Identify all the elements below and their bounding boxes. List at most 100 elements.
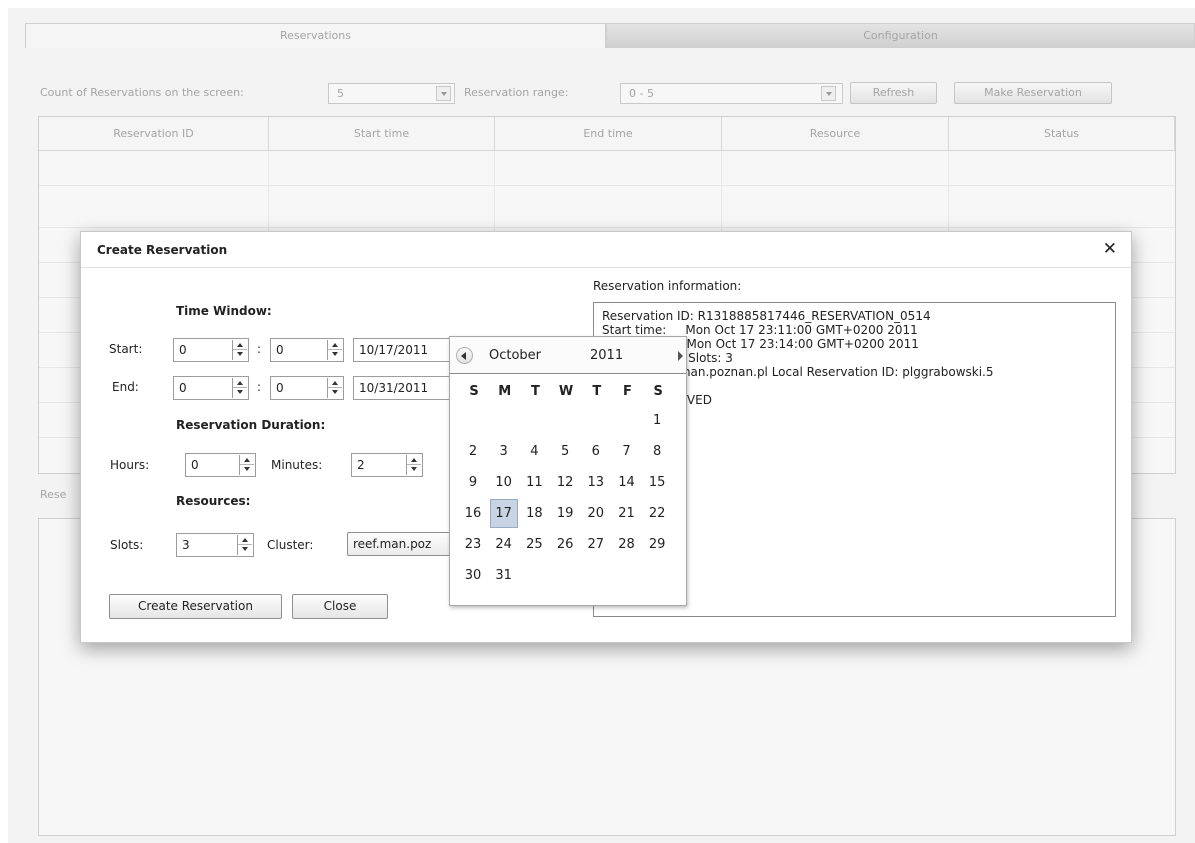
end-hour-spinner[interactable]: 0: [173, 376, 249, 400]
calendar-day[interactable]: 4: [520, 437, 548, 466]
time-separator: :: [257, 380, 262, 394]
tab-configuration[interactable]: Configuration: [606, 23, 1195, 48]
weekday-header: T: [592, 384, 602, 399]
next-month-icon[interactable]: [678, 351, 683, 361]
table-row: [39, 185, 1175, 186]
calendar-day[interactable]: 27: [582, 530, 610, 559]
chevron-down-icon[interactable]: [436, 86, 451, 101]
calendar-day[interactable]: 7: [613, 437, 641, 466]
spinner-arrows-icon[interactable]: [232, 340, 247, 360]
minutes-label: Minutes:: [271, 458, 323, 472]
refresh-button[interactable]: Refresh: [850, 82, 937, 104]
calendar-day[interactable]: 28: [613, 530, 641, 559]
start-date-field[interactable]: 10/17/2011: [353, 338, 450, 362]
weekday-header: M: [498, 384, 512, 399]
start-minute-value: 0: [276, 343, 284, 357]
start-hour-value: 0: [179, 343, 187, 357]
count-label: Count of Reservations on the screen:: [40, 86, 244, 99]
calendar-day[interactable]: 10: [490, 468, 518, 497]
tab-reservations[interactable]: Reservations: [25, 23, 606, 48]
column-header-end-time[interactable]: End time: [495, 117, 722, 151]
spinner-arrows-icon[interactable]: [327, 378, 342, 398]
count-select[interactable]: 5: [328, 83, 455, 104]
calendar-day[interactable]: 5: [551, 437, 579, 466]
end-minute-spinner[interactable]: 0: [270, 376, 344, 400]
calendar-day[interactable]: 24: [490, 530, 518, 559]
cluster-label: Cluster:: [267, 538, 314, 552]
calendar-day[interactable]: 31: [490, 561, 518, 590]
end-date-field[interactable]: 10/31/2011: [353, 376, 450, 400]
minutes-spinner[interactable]: 2: [351, 453, 423, 477]
minutes-value: 2: [357, 458, 365, 472]
calendar-day[interactable]: 11: [520, 468, 548, 497]
calendar-day[interactable]: 18: [520, 499, 548, 528]
calendar-day[interactable]: 12: [551, 468, 579, 497]
calendar-day[interactable]: 9: [459, 468, 487, 497]
close-icon[interactable]: ✕: [1103, 239, 1117, 259]
hours-spinner[interactable]: 0: [185, 453, 256, 477]
calendar-day[interactable]: 29: [643, 530, 671, 559]
dialog-title-bar[interactable]: Create Reservation ✕: [81, 232, 1131, 268]
calendar-day[interactable]: 21: [613, 499, 641, 528]
calendar-day[interactable]: 30: [459, 561, 487, 590]
weekday-header: S: [653, 384, 663, 399]
weekday-header: T: [530, 384, 540, 399]
calendar-day[interactable]: 3: [490, 437, 518, 466]
date-picker-header: October 2011: [450, 337, 686, 374]
end-label: End:: [112, 380, 139, 394]
make-reservation-button[interactable]: Make Reservation: [954, 82, 1112, 104]
cluster-select[interactable]: reef.man.poz: [347, 532, 452, 556]
end-minute-value: 0: [276, 381, 284, 395]
column-header-status[interactable]: Status: [949, 117, 1175, 151]
time-window-label: Time Window:: [176, 304, 272, 318]
create-reservation-button[interactable]: Create Reservation: [109, 594, 282, 619]
info-line: Reservation ID: R1318885817446_RESERVATI…: [602, 309, 931, 323]
calendar-day[interactable]: 20: [582, 499, 610, 528]
column-header-reservation-id[interactable]: Reservation ID: [39, 117, 269, 151]
time-separator: :: [257, 342, 262, 356]
end-hour-value: 0: [179, 381, 187, 395]
start-minute-spinner[interactable]: 0: [270, 338, 344, 362]
slots-label: Slots:: [110, 538, 144, 552]
slots-spinner[interactable]: 3: [176, 533, 254, 557]
count-value: 5: [337, 87, 344, 100]
start-hour-spinner[interactable]: 0: [173, 338, 249, 362]
calendar-day[interactable]: 6: [582, 437, 610, 466]
calendar-day[interactable]: 13: [582, 468, 610, 497]
calendar-day[interactable]: 14: [613, 468, 641, 497]
range-value: 0 - 5: [629, 87, 654, 100]
calendar-month[interactable]: October: [489, 348, 541, 363]
spinner-arrows-icon[interactable]: [327, 340, 342, 360]
spinner-arrows-icon[interactable]: [406, 455, 421, 475]
spinner-arrows-icon[interactable]: [237, 535, 252, 555]
calendar-day[interactable]: 15: [643, 468, 671, 497]
close-button[interactable]: Close: [292, 594, 388, 619]
weekday-header: F: [623, 384, 632, 399]
column-header-resource[interactable]: Resource: [722, 117, 949, 151]
slots-value: 3: [182, 538, 190, 552]
spinner-arrows-icon[interactable]: [232, 378, 247, 398]
calendar-day[interactable]: 22: [643, 499, 671, 528]
calendar-year[interactable]: 2011: [590, 348, 623, 363]
calendar-day[interactable]: 19: [551, 499, 579, 528]
calendar-day[interactable]: 26: [551, 530, 579, 559]
hours-label: Hours:: [110, 458, 150, 472]
calendar-day[interactable]: 17: [489, 499, 518, 528]
calendar-day[interactable]: 25: [520, 530, 548, 559]
spinner-arrows-icon[interactable]: [239, 455, 254, 475]
calendar-day[interactable]: 2: [459, 437, 487, 466]
hours-value: 0: [191, 458, 199, 472]
calendar-day[interactable]: 16: [459, 499, 487, 528]
column-header-start-time[interactable]: Start time: [269, 117, 495, 151]
range-label: Reservation range:: [464, 86, 569, 99]
previous-month-icon[interactable]: [456, 347, 473, 364]
chevron-down-icon[interactable]: [821, 86, 836, 101]
calendar-day[interactable]: 1: [643, 406, 671, 435]
calendar-day[interactable]: 8: [643, 437, 671, 466]
range-select[interactable]: 0 - 5: [620, 83, 843, 104]
calendar-day[interactable]: 23: [459, 530, 487, 559]
weekday-header: S: [469, 384, 479, 399]
info-line: Start time: Mon Oct 17 23:11:00 GMT+0200…: [602, 323, 918, 337]
reservation-info-label: Reservation information:: [593, 279, 742, 293]
table-header: Reservation ID Start time End time Resou…: [39, 117, 1175, 151]
